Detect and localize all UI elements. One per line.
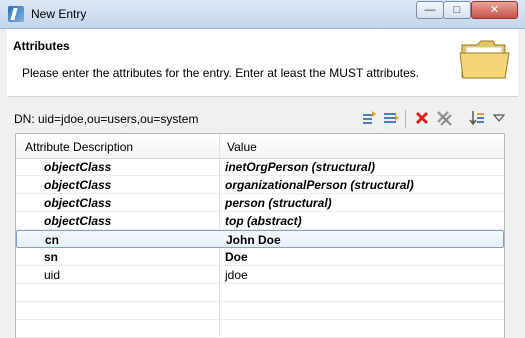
- attribute-cell: objectClass: [44, 214, 112, 228]
- value-cell: Doe: [225, 250, 248, 264]
- value-cell: organizationalPerson (structural): [225, 178, 414, 192]
- new-value-icon[interactable]: [383, 110, 399, 126]
- column-header-attribute[interactable]: Attribute Description: [25, 140, 133, 154]
- value-cell: person (structural): [225, 196, 332, 210]
- attribute-cell: objectClass: [44, 196, 112, 210]
- table-row[interactable]: sn Doe: [16, 248, 504, 266]
- title-bar: New Entry — □ ✕: [0, 0, 525, 29]
- table-row[interactable]: objectClass top (abstract): [16, 212, 504, 230]
- table-row[interactable]: objectClass organizationalPerson (struct…: [16, 176, 504, 194]
- window-title: New Entry: [31, 7, 87, 21]
- column-header-value[interactable]: Value: [227, 140, 257, 154]
- table-header: Attribute Description Value: [16, 134, 504, 159]
- new-entry-window: New Entry — □ ✕ Attributes Please enter …: [0, 0, 525, 338]
- app-icon: [8, 6, 24, 22]
- folder-icon: [459, 40, 510, 79]
- delete-all-icon[interactable]: [436, 110, 452, 126]
- new-attribute-icon[interactable]: [361, 110, 377, 126]
- sort-icon[interactable]: [469, 110, 485, 126]
- value-cell: inetOrgPerson (structural): [225, 160, 376, 174]
- value-cell: top (abstract): [225, 214, 302, 228]
- wizard-header: Attributes Please enter the attributes f…: [7, 29, 518, 97]
- table-row-selected[interactable]: cn John Doe: [16, 230, 504, 248]
- attribute-cell: objectClass: [44, 160, 112, 174]
- empty-row: [16, 284, 504, 302]
- minimize-button[interactable]: —: [416, 1, 444, 19]
- value-cell: jdoe: [225, 268, 248, 282]
- table-row[interactable]: objectClass inetOrgPerson (structural): [16, 158, 504, 176]
- page-description: Please enter the attributes for the entr…: [22, 66, 420, 80]
- value-cell: John Doe: [226, 233, 281, 247]
- empty-row: [16, 320, 504, 338]
- table-row[interactable]: objectClass person (structural): [16, 194, 504, 212]
- close-button[interactable]: ✕: [471, 1, 518, 19]
- empty-row: [16, 302, 504, 320]
- attribute-cell: uid: [44, 268, 61, 282]
- table-row[interactable]: uid jdoe: [16, 266, 504, 284]
- toolbar-separator: [405, 110, 406, 128]
- view-menu-icon[interactable]: [491, 110, 507, 126]
- attributes-table[interactable]: Attribute Description Value objectClass …: [15, 133, 505, 338]
- attribute-cell: cn: [45, 233, 60, 247]
- attribute-cell: sn: [44, 250, 59, 264]
- attribute-cell: objectClass: [44, 178, 112, 192]
- page-title: Attributes: [13, 39, 70, 53]
- maximize-button[interactable]: □: [443, 1, 471, 19]
- dn-label: DN: uid=jdoe,ou=users,ou=system: [14, 112, 199, 126]
- delete-icon[interactable]: [414, 110, 430, 126]
